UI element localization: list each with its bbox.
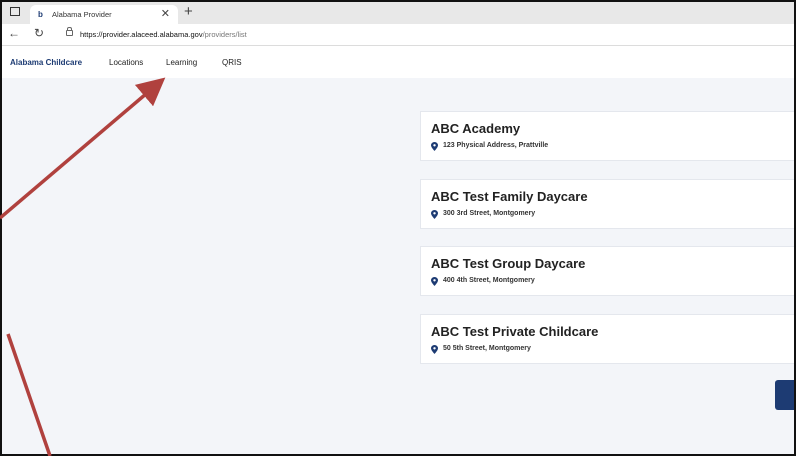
plus-icon[interactable]: +	[184, 3, 193, 20]
tab-strip: b Alabama Provider ✕ +	[2, 2, 794, 24]
provider-card[interactable]: ABC Test Group Daycare 400 4th Street, M…	[420, 246, 794, 296]
site-navbar: Alabama Childcare Locations Learning QRI…	[2, 46, 794, 78]
provider-address: 50 5th Street, Montgomery	[443, 345, 531, 352]
window-menu-icon[interactable]	[10, 7, 20, 16]
tab-title: Alabama Provider	[52, 10, 112, 19]
close-icon[interactable]: ✕	[161, 7, 170, 20]
refresh-icon[interactable]: ↻	[34, 26, 44, 40]
location-pin-icon	[431, 210, 438, 219]
provider-name: ABC Test Family Daycare	[431, 189, 588, 204]
provider-card[interactable]: ABC Test Private Childcare 50 5th Street…	[420, 314, 794, 364]
url-host: https://provider.alaceed.alabama.gov	[80, 30, 203, 39]
nav-link-learning[interactable]: Learning	[166, 58, 197, 67]
location-pin-icon	[431, 277, 438, 286]
provider-address: 400 4th Street, Montgomery	[443, 277, 535, 284]
location-pin-icon	[431, 345, 438, 354]
provider-address: 300 3rd Street, Montgomery	[443, 210, 536, 217]
url-text: https://provider.alaceed.alabama.gov/pro…	[80, 27, 247, 42]
browser-tab[interactable]: b Alabama Provider ✕	[30, 5, 178, 24]
address-bar: ← ↻ https://provider.alaceed.alabama.gov…	[2, 24, 794, 46]
back-arrow-icon[interactable]: ←	[8, 26, 20, 40]
provider-name: ABC Test Group Daycare	[431, 256, 586, 271]
brand-link[interactable]: Alabama Childcare	[10, 58, 82, 67]
nav-link-qris[interactable]: QRIS	[222, 58, 242, 67]
side-action-button[interactable]	[775, 380, 794, 410]
provider-card[interactable]: ABC Academy 123 Physical Address, Prattv…	[420, 111, 794, 161]
provider-card[interactable]: ABC Test Family Daycare 300 3rd Street, …	[420, 179, 794, 229]
lock-icon	[66, 27, 73, 36]
location-pin-icon	[431, 142, 438, 151]
nav-link-locations[interactable]: Locations	[109, 58, 143, 67]
provider-name: ABC Academy	[431, 121, 521, 136]
provider-address: 123 Physical Address, Prattville	[443, 142, 549, 149]
b-logo-icon: b	[38, 10, 43, 19]
provider-name: ABC Test Private Childcare	[431, 324, 599, 339]
browser-window: b Alabama Provider ✕ + ← ↻ https://provi…	[0, 0, 796, 456]
url-input[interactable]: https://provider.alaceed.alabama.gov/pro…	[60, 27, 780, 42]
url-path: /providers/list	[202, 30, 247, 39]
